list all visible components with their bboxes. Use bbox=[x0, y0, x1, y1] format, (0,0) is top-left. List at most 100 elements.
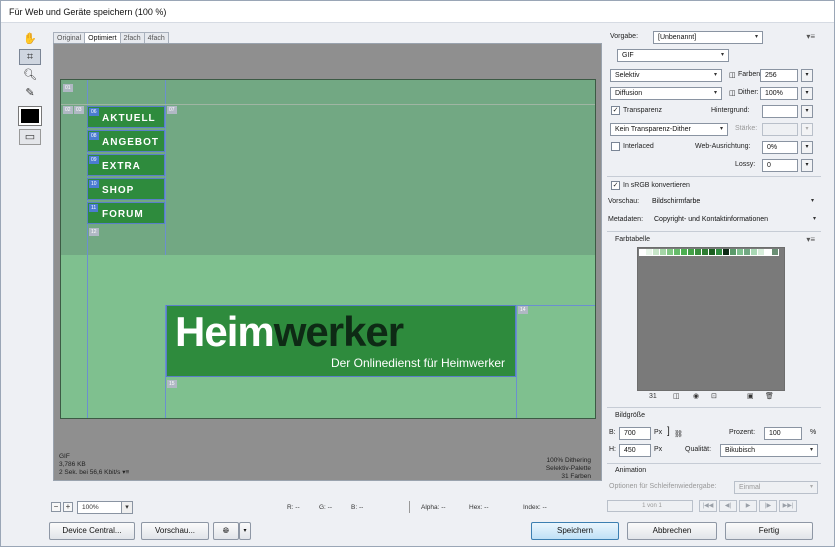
loop-label: Optionen für Schleifenwiedergabe: bbox=[609, 483, 717, 490]
tab-2up[interactable]: 2fach bbox=[119, 32, 145, 43]
info-colors: 31 Farben bbox=[561, 473, 591, 480]
transparency-checkbox[interactable]: ✓ bbox=[611, 106, 620, 115]
height-field[interactable]: 450 bbox=[619, 444, 651, 457]
websnap-dropdown-icon[interactable]: ▾ bbox=[801, 141, 813, 154]
websnap-field[interactable]: 0% bbox=[762, 141, 798, 154]
chevron-down-icon[interactable]: ▾ bbox=[121, 501, 133, 514]
dither-dropdown-icon[interactable]: ▾ bbox=[801, 87, 813, 100]
hand-tool-icon[interactable]: ✋ bbox=[19, 31, 41, 47]
color-swatch[interactable] bbox=[674, 249, 681, 256]
srgb-checkbox[interactable]: ✓ bbox=[611, 181, 620, 190]
color-swatch[interactable] bbox=[716, 249, 723, 256]
percent-field[interactable]: 100 bbox=[764, 427, 802, 440]
color-table-grid[interactable] bbox=[637, 247, 785, 391]
color-swatch[interactable] bbox=[709, 249, 716, 256]
done-button[interactable]: Fertig bbox=[725, 522, 813, 540]
color-swatch[interactable] bbox=[758, 249, 765, 256]
tab-original[interactable]: Original bbox=[53, 32, 86, 43]
preview-canvas[interactable]: 01 02 03 07 12 13 14 15 06 AKTUELL 08 AN… bbox=[53, 43, 602, 481]
banner-slice[interactable]: Heimwerker Der Onlinedienst für Heimwerk… bbox=[166, 305, 516, 377]
color-count: 31 bbox=[649, 393, 657, 400]
divider bbox=[607, 176, 821, 177]
browser-icon[interactable]: 🌐︎ bbox=[213, 522, 239, 540]
zoom-tool-icon[interactable]: 🔍︎ bbox=[19, 67, 41, 83]
quality-select[interactable]: Bikubisch ▾ bbox=[720, 444, 818, 457]
color-swatch[interactable] bbox=[667, 249, 674, 256]
tab-4up[interactable]: 4fach bbox=[143, 32, 169, 43]
zoom-out-button[interactable]: − bbox=[51, 502, 61, 512]
menu-slice-extra[interactable]: 09 EXTRA bbox=[87, 154, 165, 176]
color-swatch[interactable] bbox=[723, 249, 730, 256]
menu-slice-angebot[interactable]: 08 ANGEBOT bbox=[87, 130, 165, 152]
preview-select[interactable]: Bildschirmfarbe ▾ bbox=[648, 196, 818, 209]
link-chain-icon[interactable]: ⛓︎ bbox=[674, 430, 683, 438]
colors-dropdown-icon[interactable]: ▾ bbox=[801, 69, 813, 82]
color-swatch[interactable] bbox=[751, 249, 758, 256]
map-transparent-icon[interactable]: ◫ bbox=[673, 392, 680, 400]
toggle-slices-icon[interactable]: ▭ bbox=[19, 129, 41, 145]
browser-dropdown-icon[interactable]: ▾ bbox=[239, 522, 251, 540]
save-button[interactable]: Speichern bbox=[531, 522, 619, 540]
cancel-button[interactable]: Abbrechen bbox=[627, 522, 717, 540]
download-speed-menu-icon[interactable]: ▾≡ bbox=[122, 469, 129, 476]
metadata-select[interactable]: Copyright- und Kontaktinformationen ▾ bbox=[650, 214, 820, 227]
color-swatch[interactable] bbox=[688, 249, 695, 256]
width-field[interactable]: 700 bbox=[619, 427, 651, 440]
eyedropper-color-swatch[interactable] bbox=[18, 106, 42, 126]
transparency-dither-select[interactable]: Kein Transparenz-Dither ▾ bbox=[610, 123, 728, 136]
menu-slice-shop[interactable]: 10 SHOP bbox=[87, 178, 165, 200]
slice-tag: 14 bbox=[518, 306, 528, 314]
color-swatch[interactable] bbox=[660, 249, 667, 256]
color-swatch[interactable] bbox=[639, 249, 646, 256]
matte-field[interactable] bbox=[762, 105, 798, 118]
preview-image[interactable]: 01 02 03 07 12 13 14 15 06 AKTUELL 08 AN… bbox=[60, 79, 596, 419]
color-swatch[interactable] bbox=[702, 249, 709, 256]
last-frame-icon: ▶▶| bbox=[779, 500, 797, 512]
lock-color-icon[interactable]: ⊡ bbox=[711, 392, 717, 400]
preset-select[interactable]: [Unbenannt] ▾ bbox=[653, 31, 763, 44]
readout-hex: Hex: -- bbox=[469, 504, 489, 511]
menu-slice-forum[interactable]: 11 FORUM bbox=[87, 202, 165, 224]
color-swatch[interactable] bbox=[765, 249, 772, 256]
height-unit: Px bbox=[654, 446, 663, 453]
readout-alpha: Alpha: -- bbox=[421, 504, 446, 511]
color-swatch[interactable] bbox=[695, 249, 702, 256]
dither-algorithm-select[interactable]: Diffusion ▾ bbox=[610, 87, 722, 100]
matte-label: Hintergrund: bbox=[711, 107, 750, 114]
color-table-menu-icon[interactable]: ▾≡ bbox=[806, 235, 815, 244]
lossy-dropdown-icon[interactable]: ▾ bbox=[801, 159, 813, 172]
slice-tag: 07 bbox=[167, 106, 177, 114]
zoom-in-button[interactable]: + bbox=[63, 502, 73, 512]
colors-field[interactable]: 256 bbox=[760, 69, 798, 82]
slice-tag: 10 bbox=[89, 180, 99, 188]
color-swatch[interactable] bbox=[744, 249, 751, 256]
color-swatch[interactable] bbox=[730, 249, 737, 256]
color-swatch[interactable] bbox=[646, 249, 653, 256]
slice-tag: 12 bbox=[89, 228, 99, 236]
color-swatch[interactable] bbox=[772, 249, 779, 256]
color-swatch[interactable] bbox=[737, 249, 744, 256]
dither-field[interactable]: 100% bbox=[760, 87, 798, 100]
lossy-field[interactable]: 0 bbox=[762, 159, 798, 172]
info-dithering: 100% Dithering bbox=[546, 457, 591, 464]
tab-optimized[interactable]: Optimiert bbox=[84, 32, 121, 43]
matte-dropdown-icon[interactable]: ▾ bbox=[801, 105, 813, 118]
menu-slice-aktuell[interactable]: 06 AKTUELL bbox=[87, 106, 165, 128]
slice-select-tool-icon[interactable]: ⌗ bbox=[19, 49, 41, 65]
preset-label: Vorgabe: bbox=[610, 33, 639, 40]
interlaced-checkbox[interactable] bbox=[611, 142, 620, 151]
menu-label: AKTUELL bbox=[102, 113, 156, 124]
info-speed: 2 Sek. bei 56,6 Kbit/s bbox=[59, 469, 121, 476]
color-swatch[interactable] bbox=[653, 249, 660, 256]
color-swatch[interactable] bbox=[681, 249, 688, 256]
settings-menu-icon[interactable]: ▾≡ bbox=[806, 32, 815, 41]
device-central-button[interactable]: Device Central... bbox=[49, 522, 135, 540]
new-color-icon[interactable]: ▣ bbox=[747, 392, 754, 400]
eyedropper-tool-icon[interactable]: ✎ bbox=[19, 85, 41, 101]
delete-color-icon[interactable]: 🗑︎ bbox=[765, 392, 774, 400]
color-reduction-select[interactable]: Selektiv ▾ bbox=[610, 69, 722, 82]
status-bar: − + 100% ▾ R: -- G: -- B: -- Alpha: -- H… bbox=[47, 499, 603, 517]
preview-button[interactable]: Vorschau... bbox=[141, 522, 209, 540]
format-select[interactable]: GIF ▾ bbox=[617, 49, 729, 62]
web-shift-icon[interactable]: ◉ bbox=[693, 392, 699, 400]
